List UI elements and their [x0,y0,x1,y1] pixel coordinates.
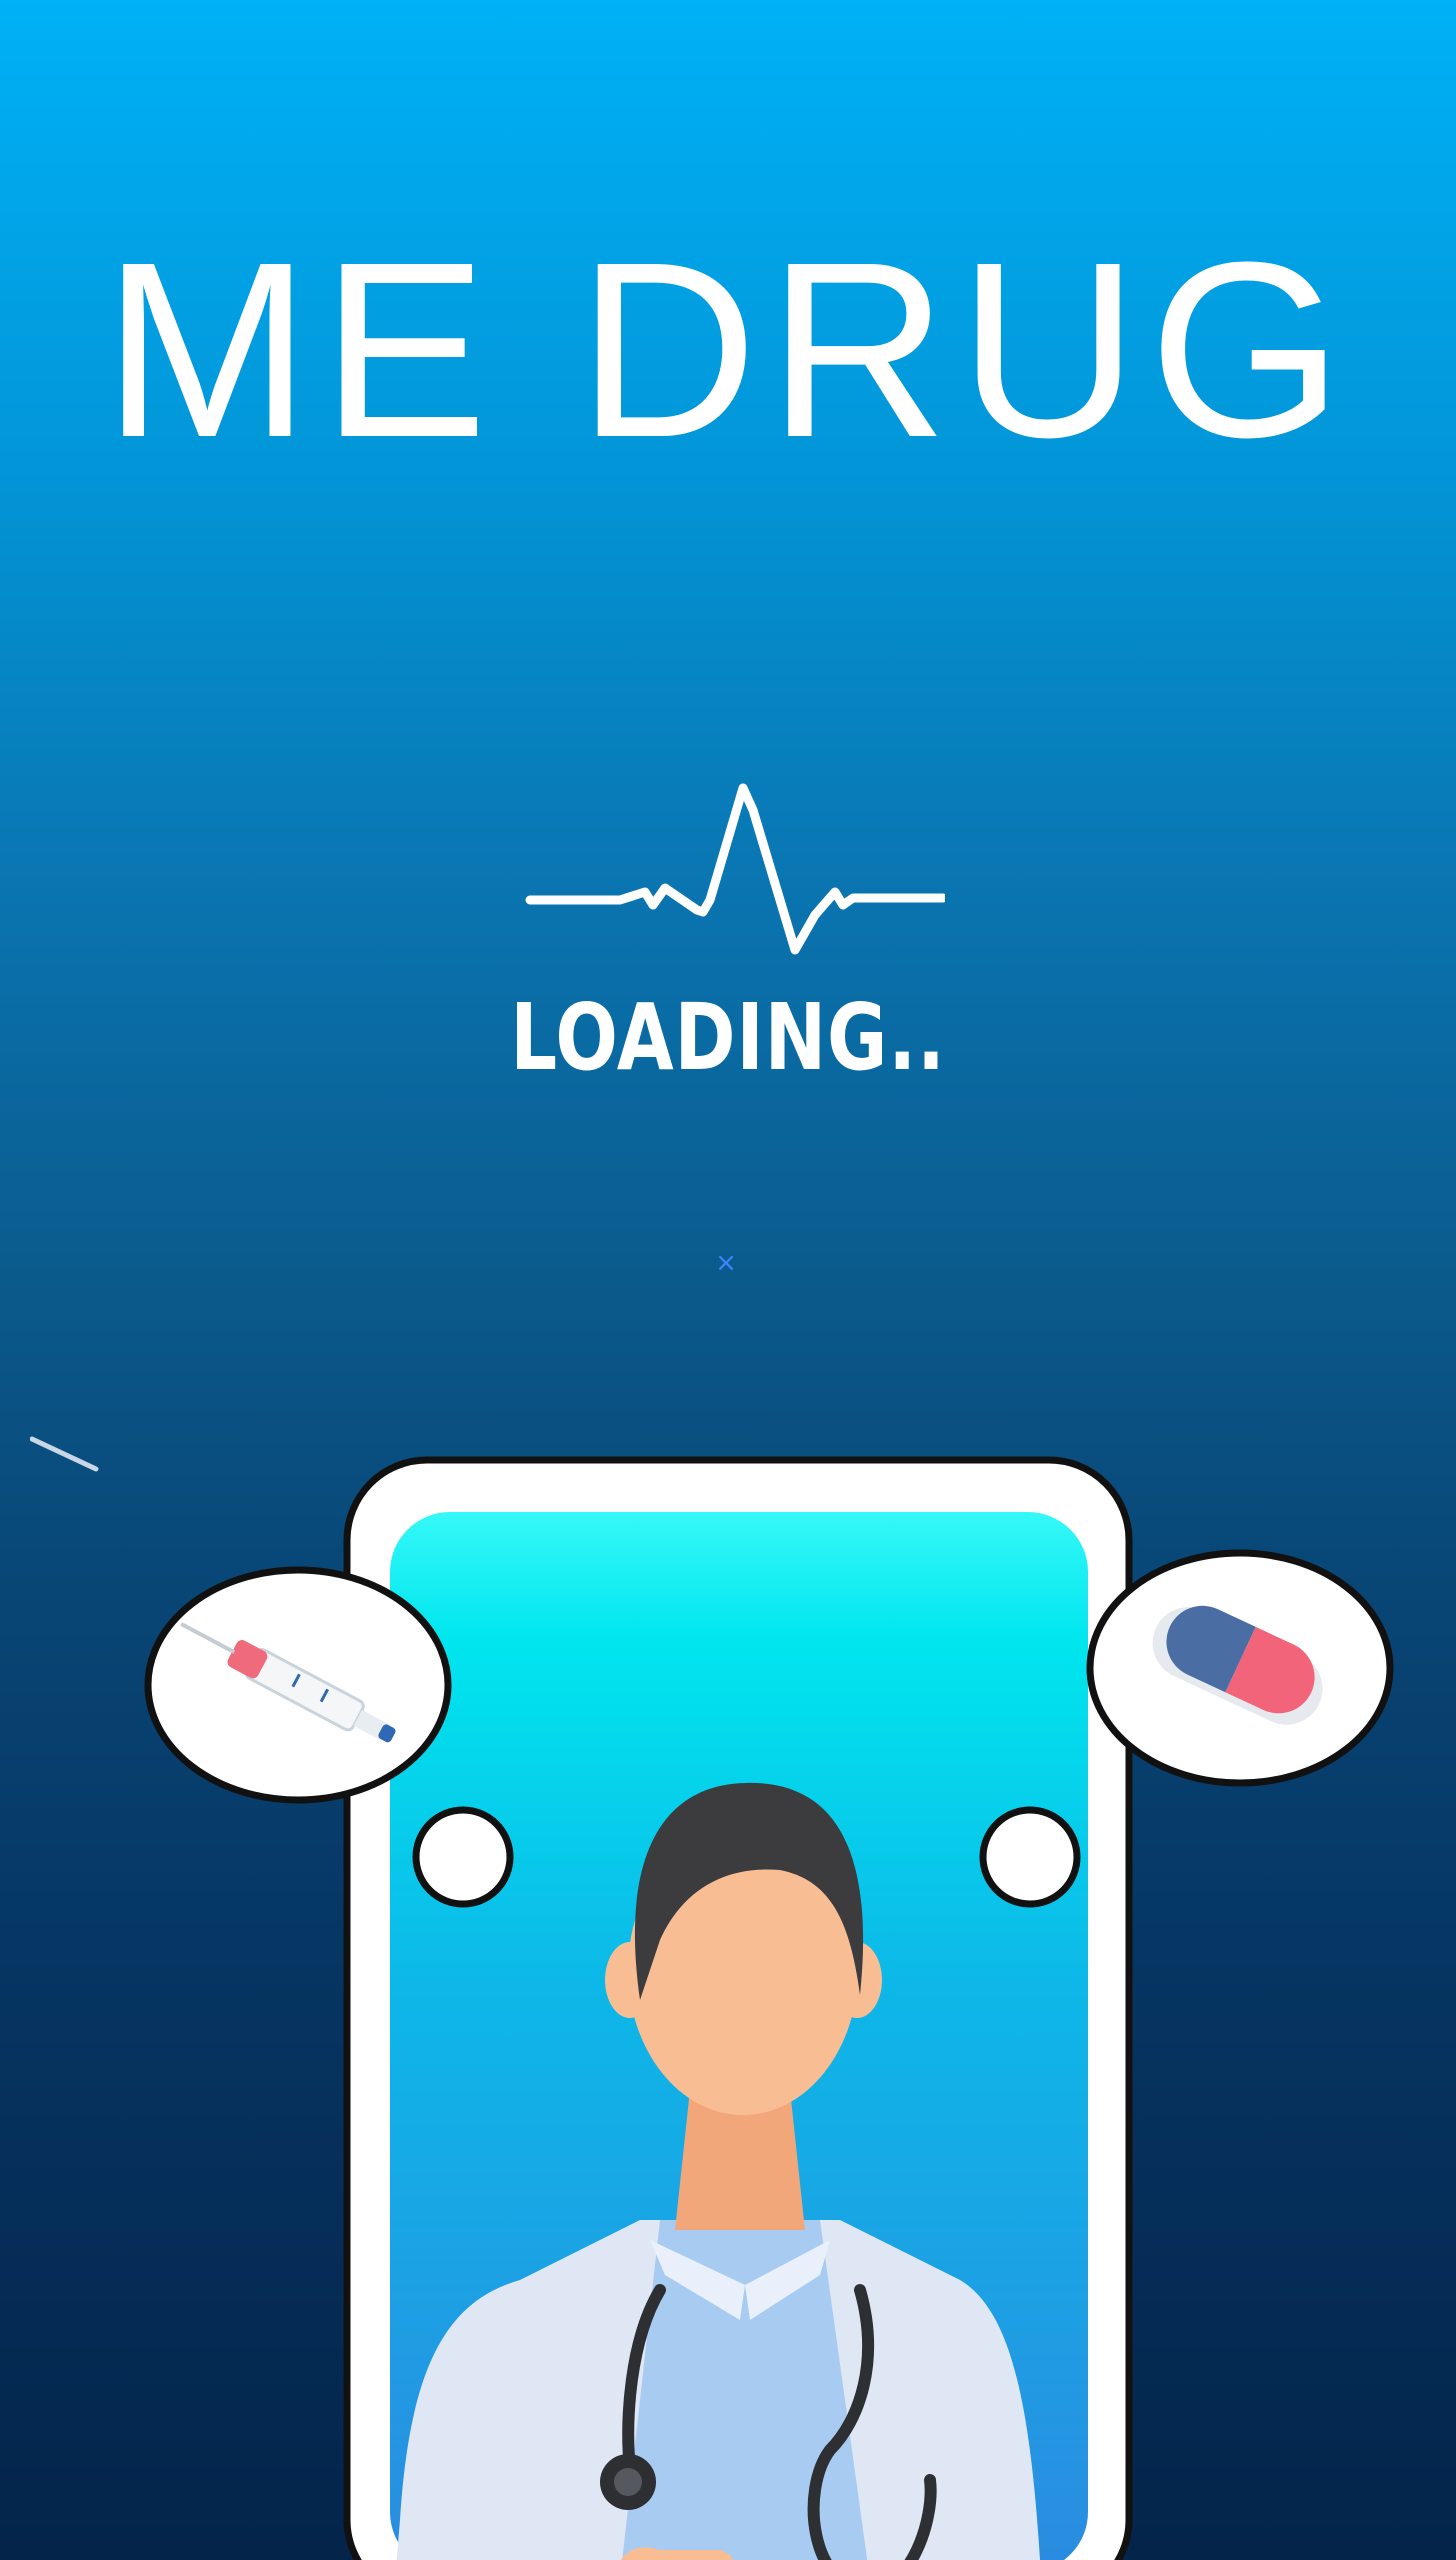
capsule-pill-icon [1086,1549,1394,1787]
loading-text: LOADING.. [510,984,946,1091]
doctor-phone-illustration [144,1456,1394,2560]
heartbeat-pulse-icon [525,783,945,955]
phone-side-button-left [412,1806,514,1908]
phone-side-button-right [979,1806,1081,1908]
syringe-icon [144,1566,452,1804]
close-icon[interactable]: × [713,1250,739,1276]
app-title: ME DRUG [102,210,1354,489]
